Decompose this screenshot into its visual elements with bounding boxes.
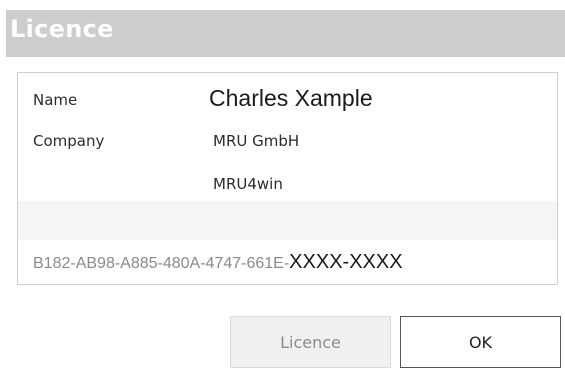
licence-button[interactable]: Licence <box>230 316 391 368</box>
licence-key: B182-AB98-A885-480A-4747-661E-XXXX-XXXX <box>33 251 403 274</box>
licence-dialog: Licence Name Charles Xample Company MRU … <box>0 0 565 368</box>
name-label: Name <box>33 91 78 109</box>
company-label: Company <box>33 132 105 150</box>
ok-button[interactable]: OK <box>400 316 561 368</box>
licence-key-prefix: B182-AB98-A885-480A-4747-661E- <box>33 255 290 272</box>
title-bar: Licence <box>0 0 565 57</box>
licence-info-panel: Name Charles Xample Company MRU GmbH MRU… <box>17 72 558 285</box>
product-value: MRU4win <box>213 175 283 193</box>
licence-key-suffix: XXXX-XXXX <box>289 251 403 273</box>
separator-stripe <box>18 201 557 240</box>
name-value: Charles Xample <box>209 85 373 111</box>
company-value: MRU GmbH <box>213 132 300 150</box>
dialog-title: Licence <box>10 15 114 43</box>
